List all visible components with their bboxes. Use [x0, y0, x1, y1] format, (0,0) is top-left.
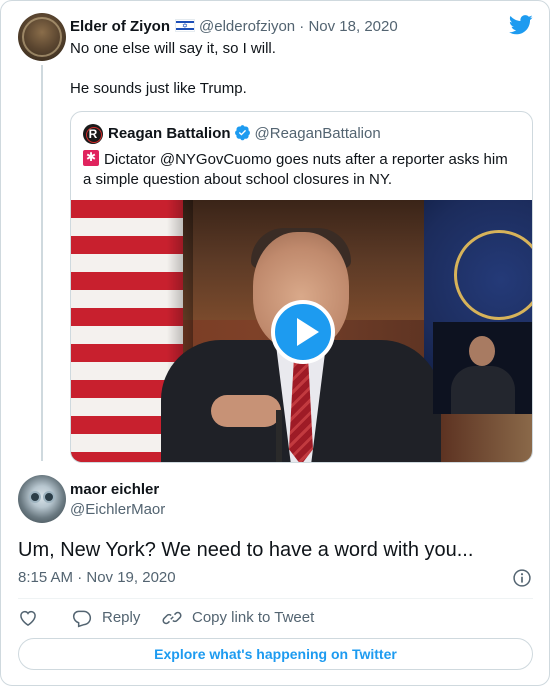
copy-link-label: Copy link to Tweet: [192, 609, 315, 626]
avatar-reaganbattalion: R: [83, 124, 103, 144]
reply-tweet-text: Um, New York? We need to have a word wit…: [18, 539, 474, 561]
quoted-tweet-header: Reagan Battalion @ReaganBattalion: [108, 124, 381, 144]
link-icon: [162, 611, 182, 625]
reply-author-name[interactable]: maor eichler: [70, 480, 159, 500]
avatar-elderofziyon[interactable]: [18, 13, 66, 61]
sign-language-interpreter-inset: [433, 322, 532, 414]
like-button[interactable]: [18, 607, 38, 629]
reply-timestamp[interactable]: 8:15 AM · Nov 19, 2020: [18, 568, 176, 588]
author-handle[interactable]: @elderofziyon: [199, 18, 295, 35]
thread-line: [41, 65, 43, 461]
israel-flag-icon: ✡: [175, 19, 196, 32]
author-name[interactable]: Elder of Ziyon: [70, 18, 170, 35]
avatar-ring: [22, 17, 62, 57]
quoted-tweet-text-line1: Dictator @NYGovCuomo goes nuts after a r…: [104, 151, 508, 168]
reply-button[interactable]: Reply: [72, 607, 142, 629]
reply-bubble-icon: [72, 610, 92, 628]
heart-icon: [20, 610, 36, 626]
tweet-date[interactable]: Nov 18, 2020: [308, 18, 397, 35]
tweet-embed-card: Elder of Ziyon ✡ @elderofziyon · Nov 18, 2…: [0, 0, 550, 686]
reply-author-handle[interactable]: @EichlerMaor: [70, 500, 165, 520]
quoted-tweet-text-line2: a simple question about school closures …: [83, 171, 393, 188]
play-video-button[interactable]: [271, 300, 335, 364]
twitter-bird-icon[interactable]: [509, 15, 533, 35]
reply-label: Reply: [102, 609, 141, 626]
speaker-hand: [211, 395, 281, 427]
microphone: [276, 410, 282, 462]
parent-tweet-text-line1: No one else will say it, so I will.: [70, 40, 276, 57]
parent-tweet-header: Elder of Ziyon ✡ @elderofziyon · Nov 18, 2…: [70, 17, 398, 37]
verified-badge-icon: [234, 125, 250, 141]
quoted-tweet-text: Dictator @NYGovCuomo goes nuts after a r…: [83, 149, 523, 190]
quoted-author-handle: @ReaganBattalion: [254, 125, 381, 142]
divider: [18, 598, 533, 599]
explore-twitter-button[interactable]: Explore what's happening on Twitter: [18, 638, 533, 670]
quoted-author-name: Reagan Battalion: [108, 125, 231, 142]
separator-dot: ·: [295, 18, 309, 35]
parent-tweet-text-line2: He sounds just like Trump.: [70, 80, 247, 97]
video-thumbnail[interactable]: [71, 200, 532, 462]
info-icon[interactable]: [512, 568, 532, 588]
quoted-tweet[interactable]: R Reagan Battalion @ReaganBattalion Dicta…: [70, 111, 533, 463]
copy-link-button[interactable]: Copy link to Tweet: [162, 607, 322, 629]
siren-emoji-icon: [83, 149, 99, 166]
avatar-eichlermaor[interactable]: [18, 475, 66, 523]
